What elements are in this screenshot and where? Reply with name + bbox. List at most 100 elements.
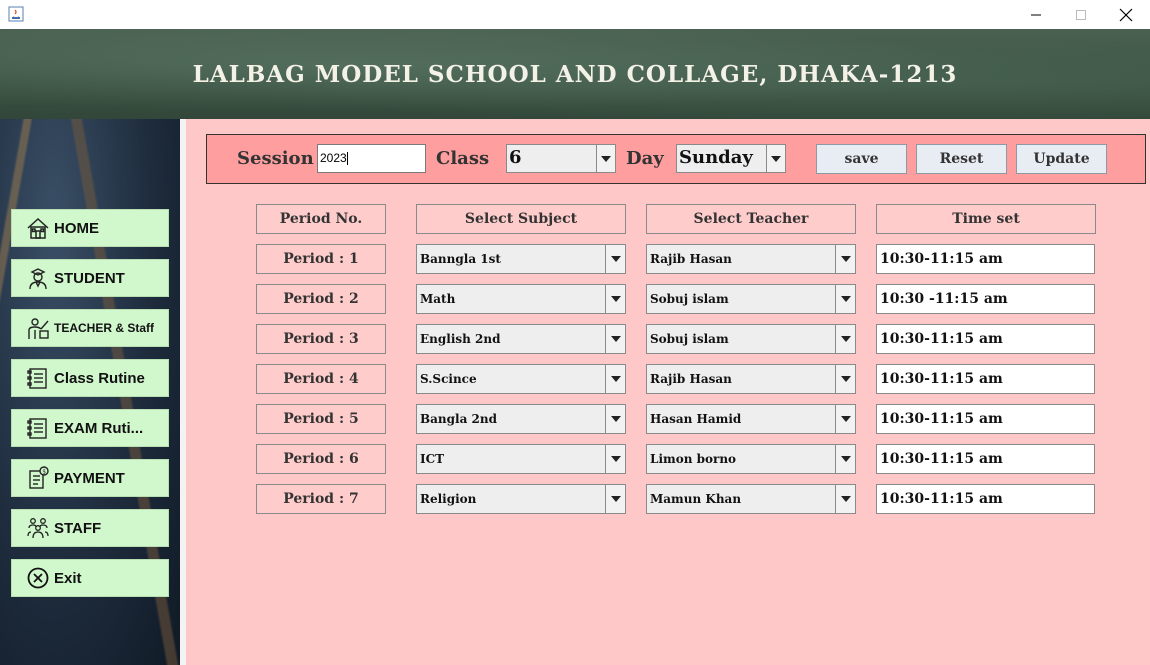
sidebar-item-label: EXAM Ruti... (54, 419, 144, 437)
maximize-button[interactable] (1058, 0, 1104, 29)
exam-routine-icon (26, 416, 50, 440)
sidebar-item-label: Class Rutine (54, 369, 145, 387)
chevron-down-icon[interactable] (766, 145, 785, 172)
subject-select-value: Math (420, 292, 456, 306)
close-icon (1119, 8, 1133, 21)
routine-filter-bar: Session 2023 Class 6 Day Sunday save Res… (206, 134, 1146, 184)
subject-select-value: ICT (420, 452, 445, 466)
period-label: Period : 6 (256, 444, 386, 474)
teacher-select[interactable]: Sobuj islam (646, 284, 856, 314)
time-input[interactable]: 10:30-11:15 am (876, 364, 1095, 394)
period-label: Period : 3 (256, 324, 386, 354)
session-input[interactable]: 2023 (317, 144, 426, 173)
subject-select[interactable]: Banngla 1st (416, 244, 626, 274)
teacher-select[interactable]: Rajib Hasan (646, 244, 856, 274)
time-input[interactable]: 10:30-11:15 am (876, 404, 1095, 434)
chevron-down-icon[interactable] (835, 365, 855, 393)
time-input[interactable]: 10:30-11:15 am (876, 444, 1095, 474)
day-select-value: Sunday (679, 147, 753, 168)
window-titlebar (0, 0, 1150, 29)
sidebar-item-exam-routine[interactable]: EXAM Ruti... (11, 409, 169, 447)
teacher-select-value: Sobuj islam (650, 292, 729, 306)
time-input[interactable]: 10:30-11:15 am (876, 244, 1095, 274)
minimize-button[interactable] (1013, 0, 1059, 29)
teacher-select-value: Limon borno (650, 452, 737, 466)
sidebar-item-teacher-staff[interactable]: TEACHER & Staff (11, 309, 169, 347)
sidebar-item-label: PAYMENT (54, 469, 125, 487)
home-icon (26, 216, 50, 240)
time-input[interactable]: 10:30-11:15 am (876, 484, 1095, 514)
teacher-column-header: Select Teacher (646, 204, 856, 234)
day-select[interactable]: Sunday (676, 144, 786, 173)
subject-select-value: English 2nd (420, 332, 501, 346)
period-label: Period : 4 (256, 364, 386, 394)
subject-select[interactable]: English 2nd (416, 324, 626, 354)
sidebar-item-payment[interactable]: $ PAYMENT (11, 459, 169, 497)
chevron-down-icon[interactable] (605, 285, 625, 313)
chevron-down-icon[interactable] (596, 145, 615, 172)
chevron-down-icon[interactable] (605, 485, 625, 513)
sidebar-item-student[interactable]: STUDENT (11, 259, 169, 297)
subject-select[interactable]: Math (416, 284, 626, 314)
sidebar-item-label: Exit (54, 569, 82, 587)
sidebar-item-exit[interactable]: Exit (11, 559, 169, 597)
teacher-select[interactable]: Mamun Khan (646, 484, 856, 514)
teacher-select[interactable]: Sobuj islam (646, 324, 856, 354)
close-button[interactable] (1103, 0, 1149, 29)
teacher-select[interactable]: Limon borno (646, 444, 856, 474)
sidebar-item-label: STUDENT (54, 269, 125, 287)
chevron-down-icon[interactable] (605, 445, 625, 473)
period-label: Period : 7 (256, 484, 386, 514)
exit-icon (26, 566, 50, 590)
chevron-down-icon[interactable] (835, 405, 855, 433)
teacher-select-value: Hasan Hamid (650, 412, 742, 426)
subject-select-value: S.Scince (420, 372, 477, 386)
chevron-down-icon[interactable] (605, 405, 625, 433)
period-label: Period : 1 (256, 244, 386, 274)
time-input[interactable]: 10:30-11:15 am (876, 324, 1095, 354)
class-routine-panel: Session 2023 Class 6 Day Sunday save Res… (186, 119, 1150, 665)
sidebar-item-label: STAFF (54, 519, 102, 537)
sidebar-item-home[interactable]: HOME (11, 209, 169, 247)
time-input[interactable]: 10:30 -11:15 am (876, 284, 1095, 314)
sidebar-item-class-routine[interactable]: Class Rutine (11, 359, 169, 397)
reset-button[interactable]: Reset (916, 144, 1007, 174)
chevron-down-icon[interactable] (835, 325, 855, 353)
class-select-value: 6 (509, 147, 522, 168)
student-icon (26, 266, 50, 290)
class-label: Class (436, 148, 490, 169)
teacher-select-value: Sobuj islam (650, 332, 729, 346)
day-label: Day (626, 148, 664, 169)
subject-select-value: Bangla 2nd (420, 412, 498, 426)
svg-text:$: $ (42, 469, 46, 476)
chevron-down-icon[interactable] (605, 325, 625, 353)
time-column-header: Time set (876, 204, 1096, 234)
sidebar-item-label: HOME (54, 219, 99, 237)
teacher-select-value: Rajib Hasan (650, 252, 732, 266)
payment-icon: $ (26, 466, 50, 490)
subject-select[interactable]: ICT (416, 444, 626, 474)
teacher-select[interactable]: Hasan Hamid (646, 404, 856, 434)
subject-column-header: Select Subject (416, 204, 626, 234)
chevron-down-icon[interactable] (605, 245, 625, 273)
update-button[interactable]: Update (1016, 144, 1107, 174)
teacher-select-value: Rajib Hasan (650, 372, 732, 386)
class-select[interactable]: 6 (506, 144, 616, 173)
subject-select[interactable]: Bangla 2nd (416, 404, 626, 434)
period-label: Period : 5 (256, 404, 386, 434)
session-label: Session (237, 148, 314, 169)
subject-select[interactable]: S.Scince (416, 364, 626, 394)
chevron-down-icon[interactable] (835, 485, 855, 513)
chevron-down-icon[interactable] (605, 365, 625, 393)
subject-select-value: Religion (420, 492, 477, 506)
sidebar-item-staff[interactable]: STAFF (11, 509, 169, 547)
chevron-down-icon[interactable] (835, 445, 855, 473)
teacher-select[interactable]: Rajib Hasan (646, 364, 856, 394)
subject-select[interactable]: Religion (416, 484, 626, 514)
save-button[interactable]: save (816, 144, 907, 174)
chevron-down-icon[interactable] (835, 245, 855, 273)
chevron-down-icon[interactable] (835, 285, 855, 313)
teacher-select-value: Mamun Khan (650, 492, 742, 506)
staff-icon (26, 516, 50, 540)
school-title: LALBAG MODEL SCHOOL AND COLLAGE, DHAKA-1… (192, 60, 958, 88)
